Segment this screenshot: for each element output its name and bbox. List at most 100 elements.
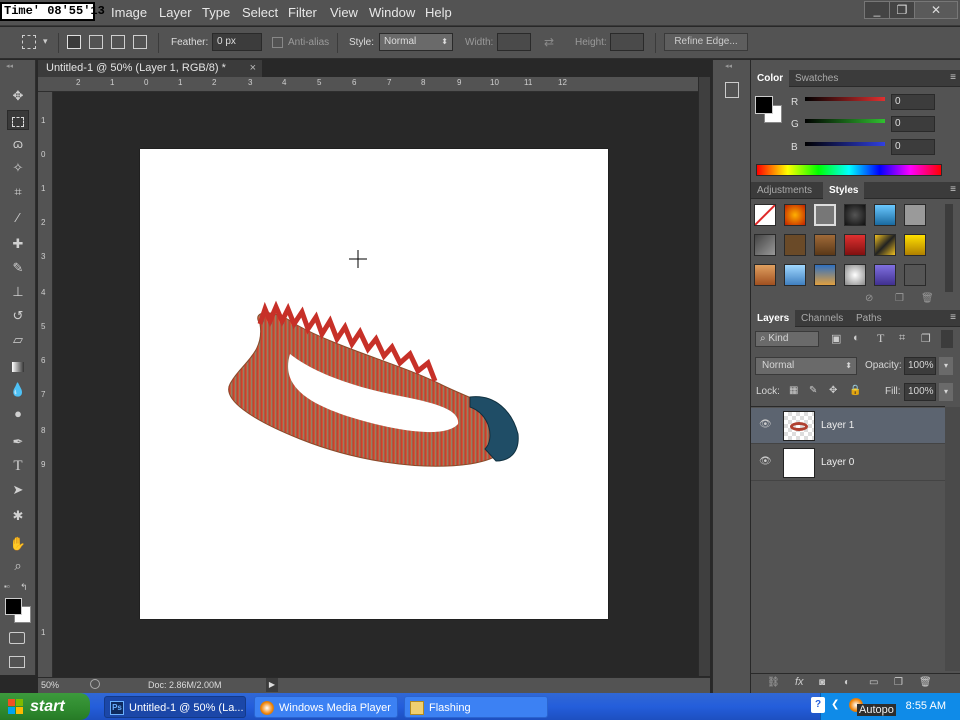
link-layers-icon[interactable]: ⛓	[767, 677, 780, 688]
style-swatch[interactable]	[874, 234, 896, 256]
horizontal-ruler[interactable]: 2 1 0 1 2 3 4 5 6 7 8 9 10 11 12	[38, 77, 698, 92]
swap-icon[interactable]: ⇄	[544, 35, 554, 49]
opacity-input[interactable]: 100%	[904, 357, 936, 375]
layer-mask-icon[interactable]: ◙	[819, 677, 825, 688]
styles-scrollbar[interactable]	[945, 204, 953, 292]
lock-pixels-icon[interactable]: ✎	[809, 385, 817, 396]
filter-adjustment-icon[interactable]: ◐	[853, 332, 860, 344]
eraser-tool-icon[interactable]: ▱	[7, 330, 29, 350]
blue-value-input[interactable]: 0	[891, 139, 935, 155]
menu-filter[interactable]: Filter	[288, 5, 317, 20]
new-style-icon[interactable]: ❐	[895, 293, 904, 304]
blend-mode-select[interactable]: Normal ⬍	[755, 357, 857, 375]
style-swatch[interactable]	[904, 204, 926, 226]
style-swatch[interactable]	[754, 264, 776, 286]
chevron-left-icon[interactable]: ❮	[831, 699, 839, 710]
pen-tool-icon[interactable]: ✒	[7, 432, 29, 452]
collapse-icon[interactable]: ◂◂	[6, 62, 13, 70]
new-layer-icon[interactable]: ❐	[894, 677, 903, 688]
menu-window[interactable]: Window	[369, 5, 415, 20]
filter-type-icon[interactable]: T	[877, 331, 884, 346]
red-slider[interactable]	[805, 97, 885, 101]
width-input[interactable]	[497, 33, 531, 51]
adjustment-layer-icon[interactable]: ◐	[844, 677, 850, 688]
gradient-tool-icon[interactable]	[7, 356, 29, 376]
taskbar-button-media-player[interactable]: Windows Media Player	[254, 696, 398, 718]
refine-edge-button[interactable]: Refine Edge...	[664, 33, 748, 51]
tab-color[interactable]: Color	[751, 70, 790, 87]
layer-name[interactable]: Layer 0	[821, 457, 854, 468]
style-swatch[interactable]	[844, 204, 866, 226]
menu-type[interactable]: Type	[202, 5, 230, 20]
chevron-down-icon[interactable]: ▾	[939, 357, 953, 375]
path-selection-tool-icon[interactable]: ➤	[7, 480, 29, 500]
brush-tool-icon[interactable]: ✎	[7, 258, 29, 278]
chevron-down-icon[interactable]: ▾	[43, 36, 48, 47]
delete-layer-icon[interactable]: 🗑	[919, 677, 932, 688]
menu-layer[interactable]: Layer	[159, 5, 192, 20]
visibility-eye-icon[interactable]: 👁	[759, 456, 773, 468]
style-swatch[interactable]	[814, 264, 836, 286]
zoom-level[interactable]: 50%	[41, 680, 59, 690]
add-to-selection-icon[interactable]	[89, 35, 103, 49]
screen-mode-icon[interactable]	[9, 656, 25, 668]
layers-scrollbar[interactable]	[945, 407, 960, 671]
feather-input[interactable]: 0 px	[212, 33, 262, 51]
new-group-icon[interactable]: ▭	[869, 677, 878, 688]
history-brush-tool-icon[interactable]: ↺	[7, 306, 29, 326]
filter-toggle[interactable]	[941, 330, 953, 348]
style-swatch[interactable]	[904, 234, 926, 256]
crop-tool-icon[interactable]: ⌗	[7, 182, 29, 202]
close-tab-icon[interactable]: ×	[250, 60, 256, 77]
style-none-swatch[interactable]	[754, 204, 776, 226]
healing-brush-tool-icon[interactable]: ✚	[7, 234, 29, 254]
type-tool-icon[interactable]: T	[7, 456, 29, 476]
menu-help[interactable]: Help	[425, 5, 452, 20]
style-swatch[interactable]	[784, 204, 806, 226]
subtract-from-selection-icon[interactable]	[111, 35, 125, 49]
start-button[interactable]: start	[0, 693, 90, 720]
filter-pixel-icon[interactable]: ▣	[831, 332, 841, 345]
vertical-scrollbar[interactable]	[698, 77, 710, 676]
menu-select[interactable]: Select	[242, 5, 278, 20]
style-swatch[interactable]	[844, 264, 866, 286]
panel-menu-icon[interactable]: ≡	[950, 72, 956, 83]
visibility-eye-icon[interactable]: 👁	[759, 419, 773, 431]
red-value-input[interactable]: 0	[891, 94, 935, 110]
quick-mask-icon[interactable]	[9, 632, 25, 644]
blur-tool-icon[interactable]: 💧	[7, 380, 29, 400]
document-tab[interactable]: Untitled-1 @ 50% (Layer 1, RGB/8) * ×	[38, 60, 262, 77]
tab-styles[interactable]: Styles	[823, 182, 865, 199]
lasso-tool-icon[interactable]: ɷ	[7, 134, 29, 154]
color-spectrum-ramp[interactable]	[756, 164, 942, 176]
rectangular-marquee-tool-icon[interactable]	[7, 110, 29, 130]
document-canvas[interactable]	[140, 149, 608, 619]
layer-row-layer-0[interactable]: 👁 Layer 0	[751, 445, 945, 481]
menu-view[interactable]: View	[330, 5, 358, 20]
height-input[interactable]	[610, 33, 644, 51]
status-menu-arrow-icon[interactable]: ▶	[266, 678, 278, 692]
quick-selection-tool-icon[interactable]: ✧	[7, 158, 29, 178]
layer-name[interactable]: Layer 1	[821, 420, 854, 431]
zoom-tool-icon[interactable]: ⌕	[7, 556, 29, 576]
clear-style-icon[interactable]: ⊘	[865, 293, 873, 304]
menu-image[interactable]: Image	[111, 5, 147, 20]
doc-info[interactable]: Doc: 2.86M/2.00M	[148, 680, 222, 690]
style-swatch[interactable]	[904, 264, 926, 286]
style-swatch[interactable]	[784, 264, 806, 286]
fill-input[interactable]: 100%	[904, 383, 936, 401]
style-select[interactable]: Normal ⬍	[379, 33, 453, 51]
minimize-button[interactable]: _	[864, 1, 890, 19]
lock-all-icon[interactable]: 🔒	[849, 385, 861, 396]
chevron-down-icon[interactable]: ▾	[939, 383, 953, 401]
hand-tool-icon[interactable]: ✋	[7, 534, 29, 554]
expand-panels-icon[interactable]: ◂◂	[725, 62, 732, 70]
marquee-tool-preset-icon[interactable]	[22, 35, 36, 49]
clock[interactable]: 8:55 AM	[906, 700, 946, 712]
tab-adjustments[interactable]: Adjustments	[751, 182, 818, 199]
color-foreground-swatch[interactable]	[755, 96, 773, 114]
blue-slider[interactable]	[805, 142, 885, 146]
history-panel-icon[interactable]	[725, 82, 739, 98]
restore-button[interactable]: ❐	[889, 1, 915, 19]
style-swatch[interactable]	[784, 234, 806, 256]
